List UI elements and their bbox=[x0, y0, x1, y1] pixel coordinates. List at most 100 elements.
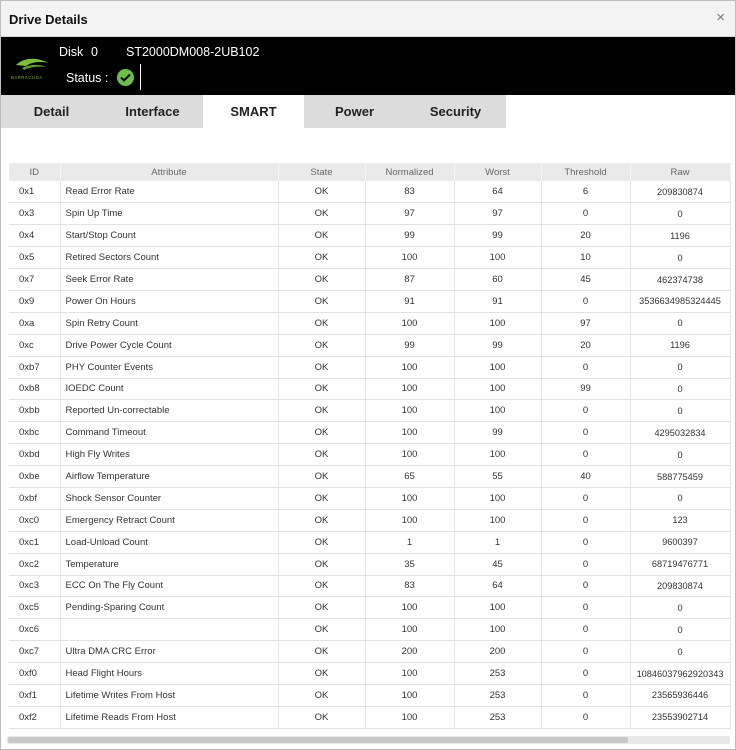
column-header[interactable]: Worst bbox=[454, 163, 542, 181]
threshold-cell: 0 bbox=[541, 202, 631, 226]
id-cell: 0xbd bbox=[9, 443, 61, 467]
threshold-cell: 0 bbox=[541, 553, 631, 576]
threshold-cell: 0 bbox=[541, 618, 631, 642]
threshold-cell: 0 bbox=[541, 596, 631, 620]
threshold-cell: 0 bbox=[541, 640, 631, 664]
normalized-cell: 35 bbox=[365, 553, 455, 576]
threshold-cell: 97 bbox=[541, 312, 631, 335]
table-row[interactable]: 0x1 Read Error Rate OK 83 64 6 209830874 bbox=[9, 181, 731, 204]
column-header[interactable]: State bbox=[278, 163, 366, 181]
table-row[interactable]: 0xc0 Emergency Retract Count OK 100 100 0 123 bbox=[9, 509, 731, 532]
table-row[interactable]: 0x9 Power On Hours OK 91 91 0 3536634985324445 bbox=[9, 290, 731, 313]
id-cell: 0xc0 bbox=[9, 509, 61, 532]
raw-cell: 9600397 bbox=[630, 531, 731, 554]
state-cell: OK bbox=[278, 312, 366, 335]
table-row[interactable]: 0xf0 Head Flight Hours OK 100 253 0 1084603796… bbox=[9, 662, 731, 685]
table-row[interactable]: 0xb7 PHY Counter Events OK 100 100 0 0 bbox=[9, 356, 731, 379]
worst-cell: 253 bbox=[454, 662, 542, 685]
tab-smart[interactable]: SMART bbox=[203, 95, 304, 128]
table-row[interactable]: 0xc Drive Power Cycle Count OK 99 99 20 1196 bbox=[9, 334, 731, 357]
normalized-cell: 1 bbox=[365, 531, 455, 554]
state-cell: OK bbox=[278, 553, 366, 576]
tab-security[interactable]: Security bbox=[405, 95, 506, 128]
threshold-cell: 40 bbox=[541, 465, 631, 488]
table-row[interactable]: 0xa Spin Retry Count OK 100 100 97 0 bbox=[9, 312, 731, 335]
normalized-cell: 100 bbox=[365, 246, 455, 270]
close-icon[interactable]: × bbox=[716, 9, 725, 26]
column-header[interactable]: Raw bbox=[630, 163, 731, 181]
table-row[interactable]: 0xb8 IOEDC Count OK 100 100 99 0 bbox=[9, 378, 731, 401]
check-circle-icon bbox=[117, 69, 134, 86]
tab-detail[interactable]: Detail bbox=[1, 95, 102, 128]
raw-cell: 4295032834 bbox=[630, 421, 731, 445]
column-header[interactable]: ID bbox=[9, 163, 61, 181]
id-cell: 0xc2 bbox=[9, 553, 61, 576]
attribute-cell: Head Flight Hours bbox=[60, 662, 279, 685]
worst-cell: 99 bbox=[454, 421, 542, 445]
column-header[interactable]: Normalized bbox=[365, 163, 455, 181]
table-row[interactable]: 0xc6 OK 100 100 0 0 bbox=[9, 618, 731, 642]
tab-interface[interactable]: Interface bbox=[102, 95, 203, 128]
table-row[interactable]: 0xbd High Fly Writes OK 100 100 0 0 bbox=[9, 443, 731, 467]
table-row[interactable]: 0x7 Seek Error Rate OK 87 60 45 462374738 bbox=[9, 268, 731, 291]
table-row[interactable]: 0xc2 Temperature OK 35 45 0 68719476771 bbox=[9, 553, 731, 576]
normalized-cell: 87 bbox=[365, 268, 455, 291]
raw-cell: 123 bbox=[630, 509, 731, 532]
normalized-cell: 100 bbox=[365, 421, 455, 445]
column-header[interactable]: Threshold bbox=[541, 163, 631, 181]
threshold-cell: 0 bbox=[541, 399, 631, 423]
normalized-cell: 100 bbox=[365, 399, 455, 423]
id-cell: 0xbc bbox=[9, 421, 61, 445]
scrollbar-thumb[interactable] bbox=[8, 737, 628, 743]
table-row[interactable]: 0x5 Retired Sectors Count OK 100 100 10 0 bbox=[9, 246, 731, 270]
table-row[interactable]: 0xbe Airflow Temperature OK 65 55 40 588775459 bbox=[9, 465, 731, 488]
normalized-cell: 83 bbox=[365, 575, 455, 598]
horizontal-scrollbar[interactable] bbox=[7, 736, 730, 744]
svg-text:BARRACUDA: BARRACUDA bbox=[11, 75, 43, 80]
threshold-cell: 0 bbox=[541, 421, 631, 445]
table-row[interactable]: 0xc1 Load-Unload Count OK 1 1 0 9600397 bbox=[9, 531, 731, 554]
table-row[interactable]: 0xbb Reported Un-correctable OK 100 100 0 0 bbox=[9, 399, 731, 423]
state-cell: OK bbox=[278, 246, 366, 270]
table-row[interactable]: 0x4 Start/Stop Count OK 99 99 20 1196 bbox=[9, 224, 731, 248]
threshold-cell: 20 bbox=[541, 334, 631, 357]
table-row[interactable]: 0xc5 Pending-Sparing Count OK 100 100 0 0 bbox=[9, 596, 731, 620]
state-cell: OK bbox=[278, 399, 366, 423]
raw-cell: 0 bbox=[630, 202, 731, 226]
id-cell: 0xc1 bbox=[9, 531, 61, 554]
table-row[interactable]: 0xc7 Ultra DMA CRC Error OK 200 200 0 0 bbox=[9, 640, 731, 664]
raw-cell: 0 bbox=[630, 487, 731, 510]
table-row[interactable]: 0x3 Spin Up Time OK 97 97 0 0 bbox=[9, 202, 731, 226]
normalized-cell: 83 bbox=[365, 181, 455, 204]
table-row[interactable]: 0xf2 Lifetime Reads From Host OK 100 253 0 235… bbox=[9, 706, 731, 729]
normalized-cell: 100 bbox=[365, 312, 455, 335]
column-header[interactable]: Attribute bbox=[60, 163, 279, 181]
tab-power[interactable]: Power bbox=[304, 95, 405, 128]
normalized-cell: 100 bbox=[365, 662, 455, 685]
worst-cell: 45 bbox=[454, 553, 542, 576]
worst-cell: 100 bbox=[454, 596, 542, 620]
table-row[interactable]: 0xbc Command Timeout OK 100 99 0 4295032834 bbox=[9, 421, 731, 445]
state-cell: OK bbox=[278, 487, 366, 510]
id-cell: 0xc bbox=[9, 334, 61, 357]
table-row[interactable]: 0xc3 ECC On The Fly Count OK 83 64 0 209830874 bbox=[9, 575, 731, 598]
attribute-cell: High Fly Writes bbox=[60, 443, 279, 467]
worst-cell: 100 bbox=[454, 618, 542, 642]
worst-cell: 55 bbox=[454, 465, 542, 488]
threshold-cell: 0 bbox=[541, 662, 631, 685]
attribute-cell: Reported Un-correctable bbox=[60, 399, 279, 423]
state-cell: OK bbox=[278, 290, 366, 313]
attribute-cell: Temperature bbox=[60, 553, 279, 576]
barracuda-logo: BARRACUDA bbox=[11, 58, 48, 80]
worst-cell: 91 bbox=[454, 290, 542, 313]
table-row[interactable]: 0xbf Shock Sensor Counter OK 100 100 0 0 bbox=[9, 487, 731, 510]
attribute-cell: Drive Power Cycle Count bbox=[60, 334, 279, 357]
raw-cell: 23553902714 bbox=[630, 706, 731, 729]
threshold-cell: 0 bbox=[541, 575, 631, 598]
threshold-cell: 45 bbox=[541, 268, 631, 291]
attribute-cell: Retired Sectors Count bbox=[60, 246, 279, 270]
id-cell: 0xc6 bbox=[9, 618, 61, 642]
table-row[interactable]: 0xf1 Lifetime Writes From Host OK 100 253 0 23… bbox=[9, 684, 731, 707]
id-cell: 0xb8 bbox=[9, 378, 61, 401]
raw-cell: 0 bbox=[630, 399, 731, 423]
